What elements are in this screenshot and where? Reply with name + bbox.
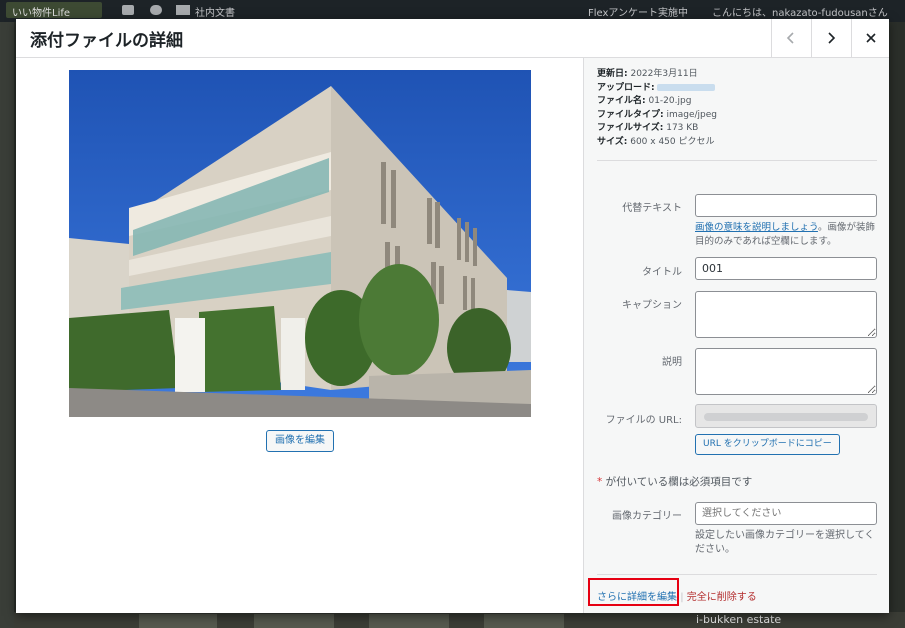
- chevron-right-icon: [827, 32, 835, 44]
- admin-menu-item-survey[interactable]: Flexアンケート実施中: [588, 4, 688, 19]
- delete-permanently-link[interactable]: 完全に削除する: [687, 592, 757, 603]
- divider: [597, 574, 877, 575]
- dimensions-label: サイズ:: [597, 136, 628, 147]
- attachment-image: [69, 70, 531, 417]
- next-attachment-button[interactable]: [811, 19, 849, 57]
- admin-menu-item[interactable]: 社内文書: [195, 4, 235, 19]
- alt-text-label: 代替テキスト: [622, 203, 682, 214]
- description-label: 説明: [662, 357, 682, 368]
- attachment-info-pane: 更新日: 2022年3月11日 アップロード: ファイル名: 01-20.jpg…: [583, 58, 889, 613]
- modal-title: 添付ファイルの詳細: [30, 31, 183, 51]
- attachment-actions: さらに詳細を編集 | 完全に削除する: [597, 588, 757, 603]
- edit-image-button[interactable]: 画像を編集: [266, 430, 334, 452]
- filename-label: ファイル名:: [597, 96, 646, 107]
- modal-header: 添付ファイルの詳細: [16, 19, 889, 58]
- attachment-details-modal: 添付ファイルの詳細 画像を編集 更新日: 2022年3月11日 アップロード: …: [16, 19, 889, 613]
- uploaded-by-label: アップロード:: [597, 82, 655, 93]
- background-thumbnail: [484, 614, 564, 628]
- background-estate-text: i-bukken estate: [696, 613, 782, 626]
- title-input[interactable]: [695, 257, 877, 280]
- required-note: * が付いている欄は必須項目です: [597, 474, 752, 489]
- actions-separator: |: [680, 592, 684, 603]
- home-icon[interactable]: [150, 5, 162, 15]
- updated-label: 更新日:: [597, 69, 628, 79]
- file-url-redacted: [704, 413, 868, 421]
- image-category-select[interactable]: [695, 502, 877, 525]
- user-greeting[interactable]: こんにちは、nakazato-fudousanさん: [712, 4, 888, 19]
- copy-url-button[interactable]: URL をクリップボードにコピー: [695, 434, 840, 455]
- background-thumbnail: [254, 614, 334, 628]
- title-label: タイトル: [642, 267, 682, 278]
- folder-icon[interactable]: [176, 5, 190, 15]
- background-thumbnail: [139, 614, 217, 628]
- dashboard-icon[interactable]: [122, 5, 134, 15]
- uploaded-by-redacted[interactable]: [657, 83, 716, 91]
- filetype-label: ファイルタイプ:: [597, 109, 664, 120]
- close-modal-button[interactable]: [851, 19, 889, 57]
- admin-sidebar: [0, 22, 14, 628]
- edit-more-details-link[interactable]: さらに詳細を編集: [597, 592, 677, 603]
- caption-label: キャプション: [622, 300, 682, 311]
- attachment-preview-pane: 画像を編集: [16, 58, 583, 613]
- previous-attachment-button[interactable]: [771, 19, 809, 57]
- chevron-left-icon: [786, 32, 794, 44]
- alt-text-help-link[interactable]: 画像の意味を説明しましょう: [695, 222, 818, 233]
- background-thumbnail: [369, 614, 449, 628]
- divider: [597, 160, 877, 161]
- filesize-label: ファイルサイズ:: [597, 123, 664, 134]
- caption-textarea[interactable]: [695, 291, 877, 338]
- file-url-label: ファイルの URL:: [605, 415, 682, 426]
- description-textarea[interactable]: [695, 348, 877, 395]
- file-url-input[interactable]: [695, 404, 877, 428]
- dimensions-value: 600 x 450 ピクセル: [630, 136, 715, 147]
- close-icon: [865, 33, 876, 43]
- required-text: が付いている欄は必須項目です: [602, 476, 753, 488]
- background-content: i-bukken estate: [14, 612, 905, 628]
- updated-value: 2022年3月11日: [630, 69, 698, 79]
- alt-text-help: 画像の意味を説明しましょう。画像が装飾目的のみであれば空欄にします。: [695, 221, 879, 249]
- filename-value: 01-20.jpg: [648, 96, 692, 107]
- site-name[interactable]: いい物件Life: [12, 4, 70, 19]
- image-category-label: 画像カテゴリー: [612, 511, 682, 522]
- alt-text-input[interactable]: [695, 194, 877, 217]
- file-details: 更新日: 2022年3月11日 アップロード: ファイル名: 01-20.jpg…: [597, 68, 717, 150]
- filesize-value: 173 KB: [666, 123, 699, 134]
- image-category-help: 設定したい画像カテゴリーを選択してください。: [695, 530, 875, 555]
- filetype-value: image/jpeg: [666, 109, 718, 120]
